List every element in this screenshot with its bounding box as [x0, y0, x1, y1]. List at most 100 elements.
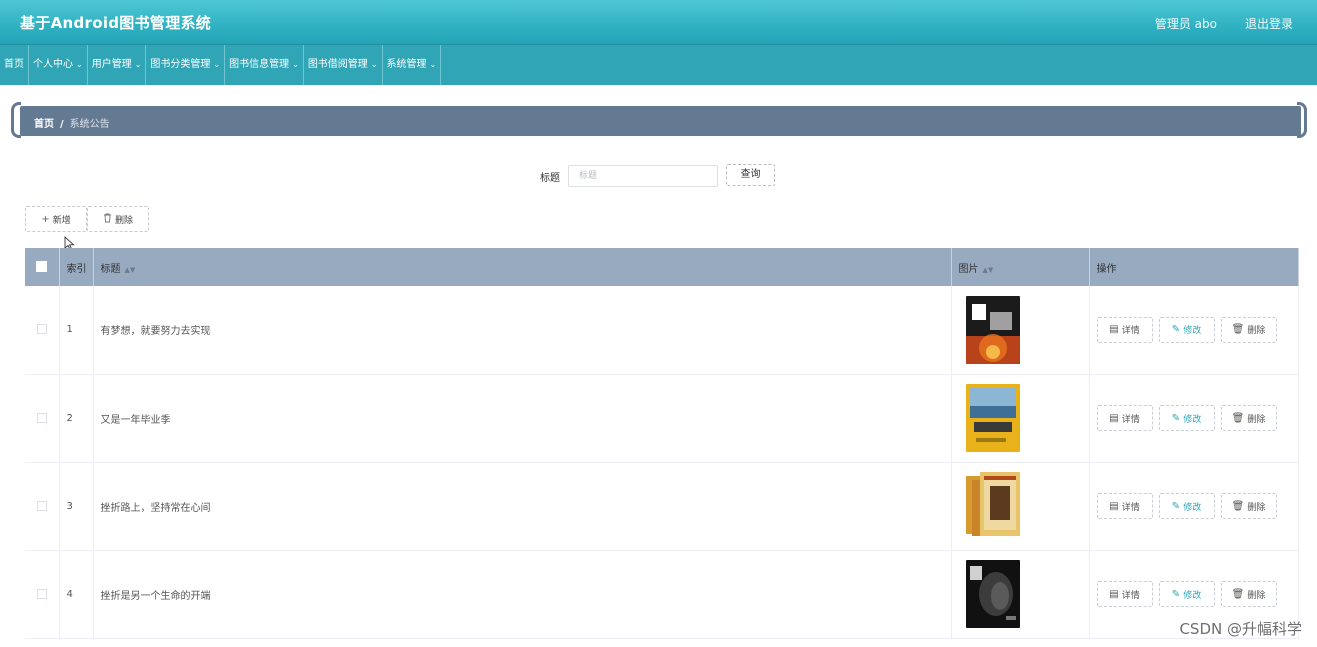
chevron-down-icon: ⌄: [213, 60, 221, 69]
edit-button[interactable]: ✎ 修改: [1158, 581, 1215, 607]
nav-item-label: 图书信息管理: [229, 59, 290, 70]
nav-item-label: 用户管理: [91, 59, 132, 70]
batch-delete-button[interactable]: 删除: [87, 206, 149, 232]
chevron-down-icon: ⌄: [76, 60, 83, 69]
pencil-icon: ✎: [1171, 588, 1181, 600]
book-cover-portrait[interactable]: [965, 560, 1020, 628]
row-index: 2: [59, 374, 94, 463]
app-title: 基于Android图书管理系统: [20, 14, 212, 32]
nav-item-label: 系统管理: [386, 59, 427, 70]
chevron-down-icon: ⌄: [292, 60, 299, 69]
breadcrumb-bracket-right: [1297, 102, 1307, 138]
add-button[interactable]: + 新增: [25, 206, 87, 232]
row-checkbox[interactable]: [36, 588, 47, 599]
table-row: 3 挫折路上，坚持常在心间 ▤ 详情 ✎ 修改 🗑 删除: [25, 462, 1299, 551]
row-select-cell: [25, 462, 60, 551]
row-image-cell: [951, 286, 1090, 375]
book-cover-yellow[interactable]: [965, 384, 1020, 452]
select-all-cell: [25, 248, 60, 286]
title-search-input[interactable]: [568, 165, 718, 187]
row-delete-button[interactable]: 🗑 删除: [1220, 581, 1277, 607]
row-index: 1: [59, 286, 94, 375]
row-ops-cell: ▤ 详情 ✎ 修改 🗑 删除: [1089, 374, 1299, 463]
row-delete-label: 删除: [1247, 502, 1266, 513]
document-icon: ▤: [1109, 500, 1119, 512]
header-ops: 操作: [1089, 248, 1299, 286]
row-delete-label: 删除: [1247, 414, 1266, 425]
edit-button[interactable]: ✎ 修改: [1158, 316, 1215, 343]
row-delete-label: 删除: [1247, 590, 1266, 601]
row-checkbox[interactable]: [36, 412, 47, 423]
row-delete-button[interactable]: 🗑 删除: [1220, 316, 1277, 343]
table-row: 1 有梦想，就要努力去实现 ▤ 详情 ✎ 修改 🗑 删除: [25, 286, 1299, 375]
trash-icon: 🗑: [1231, 588, 1245, 600]
detail-button[interactable]: ▤ 详情: [1096, 493, 1153, 519]
main-nav: 首页 个人中心 ⌄ 用户管理 ⌄ 图书分类管理 ⌄ 图书信息管理 ⌄ 图书借阅管理 ⌄ 系…: [0, 45, 1317, 85]
nav-item-user-management[interactable]: 用户管理 ⌄: [88, 45, 147, 85]
row-image-cell: [951, 374, 1090, 463]
select-all-checkbox[interactable]: [36, 261, 48, 273]
table-row: 4 挫折是另一个生命的开端 ▤ 详情 ✎ 修改 🗑 删除: [25, 550, 1299, 639]
trash-icon: 🗑: [1231, 324, 1245, 336]
nav-item-category-management[interactable]: 图书分类管理 ⌄: [146, 45, 226, 85]
row-select-cell: [25, 550, 60, 639]
detail-button[interactable]: ▤ 详情: [1096, 405, 1153, 431]
detail-label: 详情: [1121, 326, 1140, 337]
row-title: 挫折是另一个生命的开端: [93, 550, 952, 639]
nav-item-label: 个人中心: [33, 59, 73, 70]
row-checkbox[interactable]: [36, 500, 47, 511]
nav-item-label: 首页: [4, 59, 24, 70]
trash-icon: 🗑: [1231, 500, 1245, 512]
row-image-cell: [951, 550, 1090, 639]
row-delete-label: 删除: [1247, 326, 1266, 337]
document-icon: ▤: [1109, 588, 1119, 600]
detail-label: 详情: [1121, 590, 1140, 601]
batch-delete-label: 删除: [114, 215, 133, 226]
row-ops-cell: ▤ 详情 ✎ 修改 🗑 删除: [1089, 286, 1299, 375]
row-title: 又是一年毕业季: [93, 374, 952, 463]
row-select-cell: [25, 286, 60, 375]
edit-button[interactable]: ✎ 修改: [1158, 405, 1215, 431]
header-title[interactable]: 标题 ▲▼: [93, 248, 952, 286]
breadcrumb-home[interactable]: 首页: [34, 119, 54, 130]
breadcrumb-current: 系统公告: [69, 119, 110, 130]
pencil-icon: ✎: [1171, 500, 1181, 512]
nav-item-home[interactable]: 首页: [0, 45, 29, 85]
search-label: 标题: [540, 173, 560, 184]
document-icon: ▤: [1109, 412, 1119, 424]
add-button-label: 新增: [52, 215, 71, 226]
sort-icon[interactable]: ▲▼: [125, 266, 136, 274]
detail-label: 详情: [1121, 414, 1140, 425]
detail-button[interactable]: ▤ 详情: [1096, 581, 1153, 607]
edit-label: 修改: [1183, 590, 1202, 601]
row-ops-cell: ▤ 详情 ✎ 修改 🗑 删除: [1089, 462, 1299, 551]
header-image[interactable]: 图片 ▲▼: [951, 248, 1090, 286]
nav-item-book-info-management[interactable]: 图书信息管理 ⌄: [225, 45, 304, 85]
row-index: 3: [59, 462, 94, 551]
nav-item-system-management[interactable]: 系统管理 ⌄: [383, 45, 442, 85]
edit-label: 修改: [1183, 414, 1202, 425]
logout-link[interactable]: 退出登录: [1245, 15, 1293, 32]
row-delete-button[interactable]: 🗑 删除: [1220, 493, 1277, 519]
nav-item-borrow-management[interactable]: 图书借阅管理 ⌄: [304, 45, 383, 85]
edit-label: 修改: [1183, 326, 1202, 337]
row-checkbox[interactable]: [36, 324, 47, 335]
row-select-cell: [25, 374, 60, 463]
search-button[interactable]: 查询: [726, 164, 775, 186]
row-title: 挫折路上，坚持常在心间: [93, 462, 952, 551]
detail-label: 详情: [1121, 502, 1140, 513]
row-delete-button[interactable]: 🗑 删除: [1220, 405, 1277, 431]
book-cover-dark-fire[interactable]: [965, 295, 1020, 364]
row-index: 4: [59, 550, 94, 639]
header-index: 索引: [59, 248, 94, 286]
book-cover-box-set[interactable]: [965, 472, 1020, 540]
trash-icon: [103, 213, 112, 226]
detail-button[interactable]: ▤ 详情: [1096, 316, 1153, 343]
nav-item-label: 图书分类管理: [150, 59, 211, 70]
sort-icon[interactable]: ▲▼: [983, 266, 994, 274]
nav-item-personal-center[interactable]: 个人中心 ⌄: [29, 45, 88, 85]
table-header-row: 索引 标题 ▲▼ 图片 ▲▼ 操作: [25, 248, 1299, 286]
breadcrumb-bar: [20, 106, 1301, 136]
row-title: 有梦想，就要努力去实现: [93, 286, 952, 375]
edit-button[interactable]: ✎ 修改: [1158, 493, 1215, 519]
